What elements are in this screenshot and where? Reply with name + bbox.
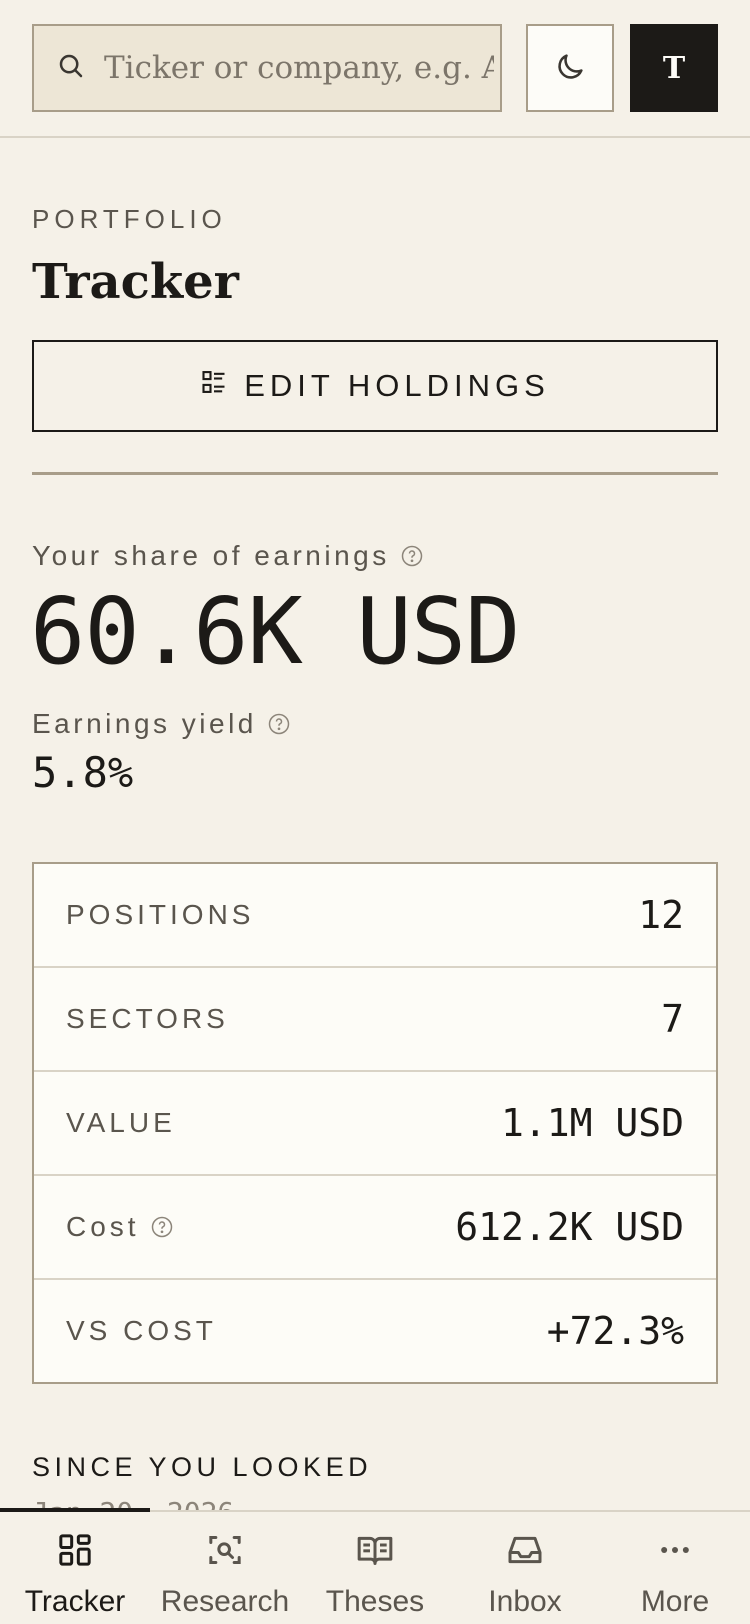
stat-value: +72.3% [546,1309,684,1353]
edit-holdings-button[interactable]: EDIT HOLDINGS [32,340,718,432]
stat-key: VS COST [66,1315,217,1346]
stat-value: 1.1M USD [500,1101,684,1145]
bottom-nav: Tracker Research Theses Inbox More [0,1508,750,1624]
scan-search-icon [205,1530,245,1575]
moon-icon [553,50,587,87]
earnings-label-text: Your share of earnings [32,540,390,571]
avatar[interactable]: T [630,24,718,112]
divider [32,472,718,475]
stat-row-positions: POSITIONS 12 [34,864,716,968]
nav-tab-more[interactable]: More [600,1512,750,1624]
since-section-title: SINCE YOU LOOKED [32,1452,373,1482]
earnings-value: 60.6K USD [30,578,520,685]
stat-key: SECTORS [66,1003,229,1034]
nav-label: Theses [325,1585,425,1618]
stat-value: 612.2K USD [455,1205,684,1249]
stat-row-vs-cost: VS COST +72.3% [34,1280,716,1382]
yield-label-text: Earnings yield [32,708,257,739]
stat-row-value: VALUE 1.1M USD [34,1072,716,1176]
nav-tab-tracker[interactable]: Tracker [0,1512,150,1624]
nav-tab-inbox[interactable]: Inbox [450,1512,600,1624]
nav-tab-research[interactable]: Research [150,1512,300,1624]
page-eyebrow: PORTFOLIO [32,204,227,234]
nav-label: Inbox [488,1585,562,1618]
portfolio-stats-table: POSITIONS 12 SECTORS 7 VALUE 1.1M USD Co… [32,862,718,1384]
nav-tab-theses[interactable]: Theses [300,1512,450,1624]
stat-key-cost: Cost [66,1211,174,1243]
search-icon [56,51,86,86]
theme-toggle-button[interactable] [526,24,614,112]
grid-icon [55,1530,95,1575]
earnings-label: Your share of earnings [32,540,424,572]
list-edit-icon [200,368,228,404]
nav-label: More [640,1585,710,1618]
page-title: Tracker [32,254,239,310]
stat-value: 7 [661,997,684,1041]
search-input[interactable] [104,50,494,86]
stat-value: 12 [638,893,684,937]
nav-label: Tracker [24,1585,126,1618]
stat-key-text: Cost [66,1211,140,1242]
stat-key: VALUE [66,1107,176,1138]
stat-key: POSITIONS [66,899,255,930]
stat-row-cost: Cost 612.2K USD [34,1176,716,1280]
top-bar: T [0,0,750,138]
search-box[interactable] [32,24,502,112]
help-icon[interactable] [267,712,291,736]
yield-value: 5.8% [32,748,134,797]
book-open-icon [355,1530,395,1575]
more-icon [655,1530,695,1575]
help-icon[interactable] [400,544,424,568]
active-tab-indicator [0,1508,150,1512]
inbox-icon [505,1530,545,1575]
help-icon[interactable] [150,1215,174,1239]
yield-label: Earnings yield [32,708,291,740]
edit-holdings-label: EDIT HOLDINGS [244,368,550,403]
stat-row-sectors: SECTORS 7 [34,968,716,1072]
nav-label: Research [160,1585,290,1618]
